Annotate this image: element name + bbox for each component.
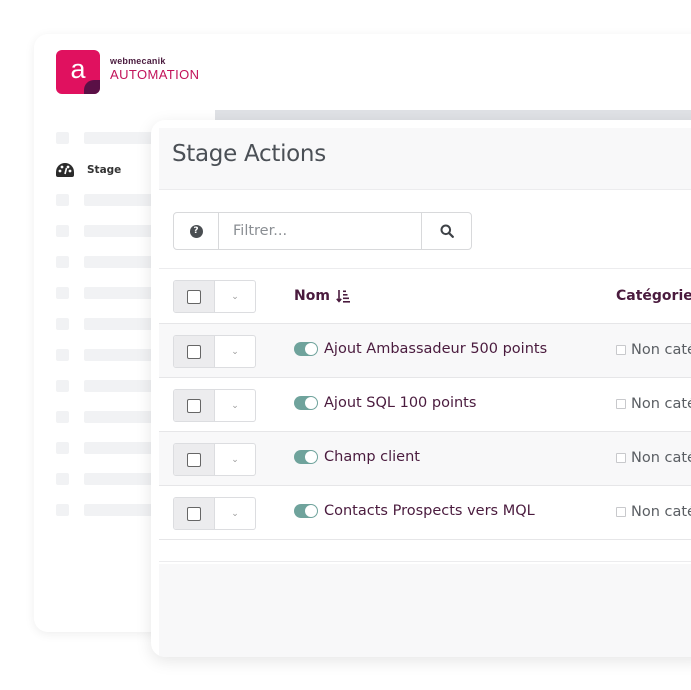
row-name-link[interactable]: Ajout Ambassadeur 500 points xyxy=(324,341,547,357)
row-select-group: ⌄ xyxy=(173,335,256,368)
table-header: ⌄ Nom Catégorie xyxy=(159,268,691,324)
logo-icon[interactable]: a xyxy=(56,50,100,94)
placeholder-icon xyxy=(56,318,69,330)
logo-curl xyxy=(84,80,100,94)
stage-actions-panel: Stage Actions ? ⌄ Nom xyxy=(151,120,691,657)
placeholder-icon xyxy=(56,504,69,516)
row-category: Non catégorisé xyxy=(616,396,691,412)
sidebar-item-stage[interactable]: Stage xyxy=(55,161,121,179)
row-checkbox[interactable] xyxy=(174,336,215,367)
placeholder-icon xyxy=(56,473,69,485)
table-footer xyxy=(159,540,691,562)
panel-header: Stage Actions xyxy=(159,128,691,190)
column-label: Nom xyxy=(294,288,330,304)
placeholder-icon xyxy=(56,132,69,144)
dashboard-gauge-icon xyxy=(56,163,74,177)
placeholder-icon xyxy=(56,194,69,206)
table-row: ⌄ Ajout Ambassadeur 500 points Non catég… xyxy=(159,324,691,378)
row-category-label: Non catégorisé xyxy=(631,504,691,520)
placeholder-icon xyxy=(56,287,69,299)
row-actions-dropdown[interactable]: ⌄ xyxy=(215,390,255,421)
row-actions-dropdown[interactable]: ⌄ xyxy=(215,336,255,367)
placeholder-icon xyxy=(56,349,69,361)
category-color-icon xyxy=(616,453,626,463)
checkbox-box xyxy=(187,344,201,359)
table-row: ⌄ Contacts Prospects vers MQL Non catégo… xyxy=(159,486,691,540)
checkbox-box xyxy=(187,398,201,413)
row-select-group: ⌄ xyxy=(173,497,256,530)
page-title: Stage Actions xyxy=(172,141,326,167)
screen: a webmecanik AUTOMATION Stage Stage Acti… xyxy=(0,0,691,690)
chevron-down-icon: ⌄ xyxy=(231,508,239,519)
select-all-group: ⌄ xyxy=(173,280,256,313)
chevron-down-icon: ⌄ xyxy=(231,454,239,465)
logo-company: webmecanik xyxy=(110,56,166,66)
sidebar-item-label: Stage xyxy=(87,164,122,176)
row-checkbox[interactable] xyxy=(174,390,215,421)
table-row: ⌄ Champ client Non catégorisé xyxy=(159,432,691,486)
row-checkbox[interactable] xyxy=(174,444,215,475)
chevron-down-icon: ⌄ xyxy=(231,400,239,411)
bulk-actions-dropdown[interactable]: ⌄ xyxy=(215,281,255,312)
search-button[interactable] xyxy=(421,213,471,249)
row-category-label: Non catégorisé xyxy=(631,342,691,358)
question-circle-icon: ? xyxy=(189,224,203,238)
column-header-categorie[interactable]: Catégorie xyxy=(616,288,691,304)
logo-product: AUTOMATION xyxy=(110,67,200,82)
row-name-link[interactable]: Champ client xyxy=(324,449,420,465)
row-category-label: Non catégorisé xyxy=(631,396,691,412)
header-bar: a webmecanik AUTOMATION xyxy=(34,34,691,110)
row-name: Champ client xyxy=(294,449,420,465)
row-name: Ajout Ambassadeur 500 points xyxy=(294,341,547,357)
row-select-group: ⌄ xyxy=(173,389,256,422)
filter-input[interactable] xyxy=(219,213,421,249)
published-toggle[interactable] xyxy=(294,396,318,410)
checkbox-box xyxy=(187,289,201,304)
sort-amount-down-icon xyxy=(336,290,350,303)
column-header-nom[interactable]: Nom xyxy=(294,288,350,304)
row-actions-dropdown[interactable]: ⌄ xyxy=(215,498,255,529)
panel-footer xyxy=(159,564,691,657)
category-color-icon xyxy=(616,507,626,517)
chevron-down-icon: ⌄ xyxy=(231,291,239,302)
row-checkbox[interactable] xyxy=(174,498,215,529)
help-button[interactable]: ? xyxy=(174,213,219,249)
checkbox-box xyxy=(187,452,201,467)
placeholder-icon xyxy=(56,380,69,392)
placeholder-icon xyxy=(56,411,69,423)
category-color-icon xyxy=(616,399,626,409)
published-toggle[interactable] xyxy=(294,504,318,518)
row-name: Contacts Prospects vers MQL xyxy=(294,503,535,519)
placeholder-icon xyxy=(56,225,69,237)
published-toggle[interactable] xyxy=(294,450,318,464)
placeholder-icon xyxy=(56,442,69,454)
row-name-link[interactable]: Contacts Prospects vers MQL xyxy=(324,503,535,519)
checkbox-box xyxy=(187,506,201,521)
row-name-link[interactable]: Ajout SQL 100 points xyxy=(324,395,476,411)
row-category-label: Non catégorisé xyxy=(631,450,691,466)
filter-bar: ? xyxy=(173,212,472,250)
logo-wordmark: webmecanik AUTOMATION xyxy=(110,56,199,82)
row-actions-dropdown[interactable]: ⌄ xyxy=(215,444,255,475)
row-category: Non catégorisé xyxy=(616,342,691,358)
published-toggle[interactable] xyxy=(294,342,318,356)
placeholder-icon xyxy=(56,256,69,268)
actions-table: ⌄ Nom Catégorie ⌄ Ajout Ambassadeur 500 … xyxy=(159,268,691,562)
row-category: Non catégorisé xyxy=(616,450,691,466)
table-row: ⌄ Ajout SQL 100 points Non catégorisé xyxy=(159,378,691,432)
category-color-icon xyxy=(616,345,626,355)
select-all-checkbox[interactable] xyxy=(174,281,215,312)
row-category: Non catégorisé xyxy=(616,504,691,520)
row-select-group: ⌄ xyxy=(173,443,256,476)
row-name: Ajout SQL 100 points xyxy=(294,395,476,411)
search-icon xyxy=(440,224,454,238)
chevron-down-icon: ⌄ xyxy=(231,346,239,357)
